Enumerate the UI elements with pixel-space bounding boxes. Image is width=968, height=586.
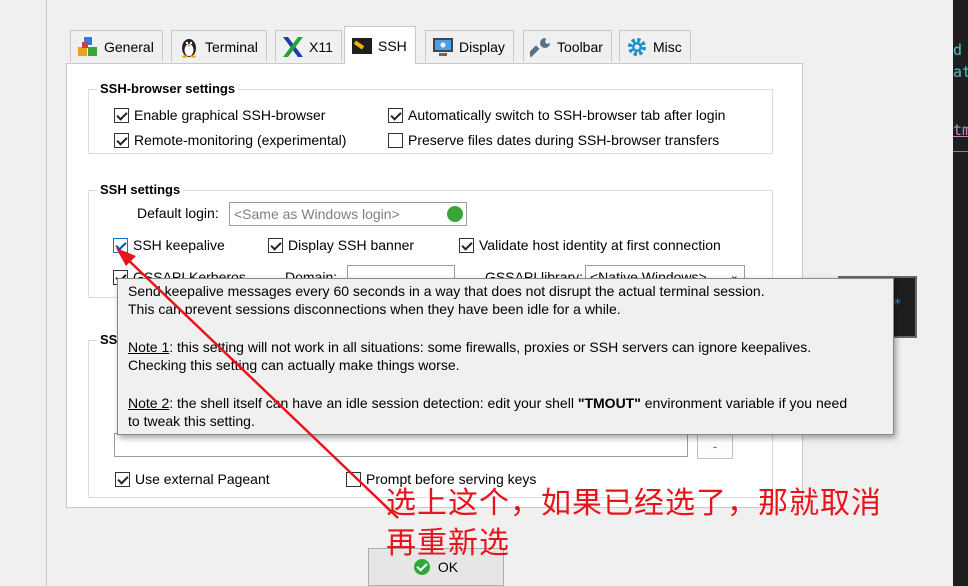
terminal-penguin-icon xyxy=(182,38,196,58)
checkbox-label: Automatically switch to SSH-browser tab … xyxy=(408,107,726,123)
checkbox-label: Preserve files dates during SSH-browser … xyxy=(408,132,720,148)
tab-label: Terminal xyxy=(205,38,258,55)
tooltip-text: Send keepalive messages every 60 seconds… xyxy=(128,283,765,299)
editor-text: tm xyxy=(953,121,968,139)
validate-host-identity-checkbox[interactable]: Validate host identity at first connecti… xyxy=(459,237,721,253)
tab-x11[interactable]: X11 xyxy=(275,30,342,62)
group-title: SSH-browser settings xyxy=(97,81,239,96)
tooltip-note1: Note 1: this setting will not work in al… xyxy=(128,338,883,356)
checkbox-label: Enable graphical SSH-browser xyxy=(134,107,326,123)
input-placeholder: <Same as Windows login> xyxy=(234,206,400,222)
tooltip-text: : the shell itself can have an idle sess… xyxy=(169,395,578,411)
default-login-label: Default login: xyxy=(137,205,219,221)
tab-misc[interactable]: Misc xyxy=(619,30,691,62)
default-login-input[interactable]: <Same as Windows login> xyxy=(229,202,467,226)
annotation-line: 选上这个，如果已经选了，那就取消 xyxy=(386,486,882,521)
tab-label: Display xyxy=(459,38,505,55)
remote-monitoring-checkbox[interactable]: Remote-monitoring (experimental) xyxy=(114,132,346,148)
refresh-icon[interactable] xyxy=(447,206,463,222)
display-icon xyxy=(433,37,453,56)
auto-switch-browser-tab-checkbox[interactable]: Automatically switch to SSH-browser tab … xyxy=(388,107,725,123)
checkbox-box[interactable] xyxy=(388,107,403,123)
tooltip-text: : this setting will not work in all situ… xyxy=(169,339,812,355)
tooltip-bold-text: "TMOUT" xyxy=(577,395,641,411)
ssh-browser-settings-group: SSH-browser settings Enable graphical SS… xyxy=(88,81,773,154)
note-label: Note 1 xyxy=(128,339,170,355)
tab-toolbar[interactable]: Toolbar xyxy=(523,30,612,62)
tab-general[interactable]: General xyxy=(70,30,163,62)
checkbox-box[interactable] xyxy=(115,471,130,487)
checkbox-label: Display SSH banner xyxy=(288,237,415,253)
background-window-left xyxy=(0,0,47,586)
checkbox-label: Remote-monitoring (experimental) xyxy=(134,132,347,148)
tab-display[interactable]: Display xyxy=(425,30,514,62)
display-ssh-banner-checkbox[interactable]: Display SSH banner xyxy=(268,237,414,253)
tab-terminal[interactable]: Terminal xyxy=(171,30,267,62)
editor-divider xyxy=(953,151,968,152)
checkbox-label: Use external Pageant xyxy=(135,471,270,487)
agent-keys-list[interactable] xyxy=(114,433,688,457)
tab-label: X11 xyxy=(309,38,333,55)
preserve-file-dates-checkbox[interactable]: Preserve files dates during SSH-browser … xyxy=(388,132,719,148)
use-external-pageant-checkbox[interactable]: Use external Pageant xyxy=(115,471,270,487)
gear-icon xyxy=(628,37,646,56)
checkbox-box[interactable] xyxy=(114,107,129,123)
tab-ssh[interactable]: SSH xyxy=(344,26,416,64)
checkbox-label: Validate host identity at first connecti… xyxy=(479,237,721,253)
checkbox-box[interactable] xyxy=(113,237,128,253)
general-cubes-icon xyxy=(78,36,97,56)
checkbox-label: SSH keepalive xyxy=(133,237,225,253)
checkbox-box[interactable] xyxy=(268,237,283,253)
ssh-icon xyxy=(352,37,372,54)
x11-icon xyxy=(283,36,303,57)
tooltip-note2: Note 2: the shell itself can have an idl… xyxy=(128,394,883,412)
tooltip-text: to tweak this setting. xyxy=(128,413,255,429)
tooltip-text: Checking this setting can actually make … xyxy=(128,357,460,373)
checkbox-box[interactable] xyxy=(388,132,403,148)
group-title: SSH settings xyxy=(97,182,184,197)
editor-text: at xyxy=(953,63,968,81)
tab-label: Toolbar xyxy=(557,38,603,55)
remove-key-button[interactable]: - xyxy=(697,433,733,459)
enable-graphical-ssh-browser-checkbox[interactable]: Enable graphical SSH-browser xyxy=(114,107,325,123)
annotation-note: 选上这个，如果已经选了，那就取消 再重新选 xyxy=(386,484,956,564)
tooltip-text: environment variable if you need xyxy=(640,395,848,411)
ssh-keepalive-checkbox[interactable]: SSH keepalive xyxy=(113,237,225,253)
keepalive-tooltip: Send keepalive messages every 60 seconds… xyxy=(117,278,894,435)
tab-label: General xyxy=(104,38,154,55)
checkbox-box[interactable] xyxy=(346,471,361,487)
bluetooth-icon: ⁎ xyxy=(894,292,901,308)
tooltip-text: This can prevent sessions disconnections… xyxy=(128,301,621,317)
tab-label: Misc xyxy=(653,38,682,55)
annotation-line: 再重新选 xyxy=(386,526,510,561)
wrench-icon xyxy=(530,37,550,57)
checkbox-box[interactable] xyxy=(114,132,129,148)
button-label: - xyxy=(712,438,718,454)
note-label: Note 2 xyxy=(128,395,170,411)
tab-label: SSH xyxy=(378,37,407,54)
checkbox-box[interactable] xyxy=(459,237,474,253)
editor-text: d xyxy=(953,41,963,59)
